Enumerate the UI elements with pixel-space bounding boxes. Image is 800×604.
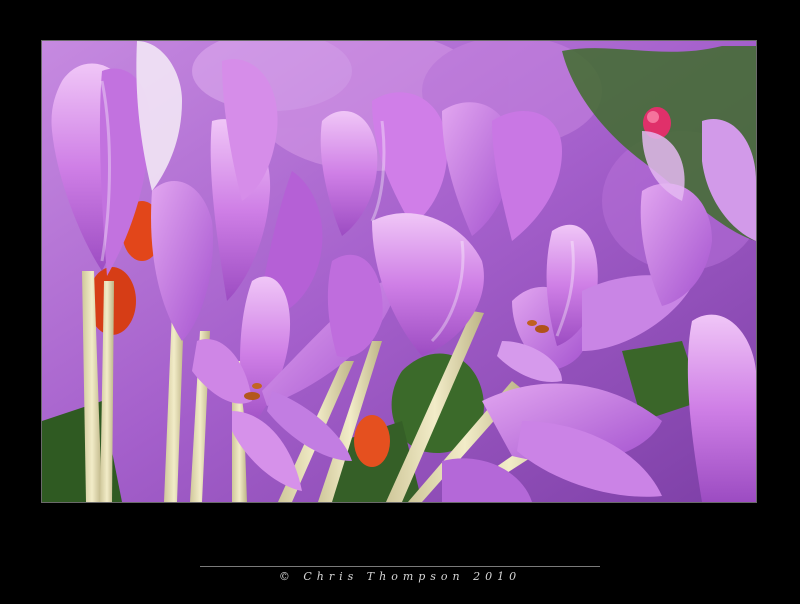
photo-credit: © Chris Thompson 2010 [278,570,522,583]
flower-photo [42,41,756,502]
divider-line [200,566,600,567]
photo-frame [41,40,757,503]
